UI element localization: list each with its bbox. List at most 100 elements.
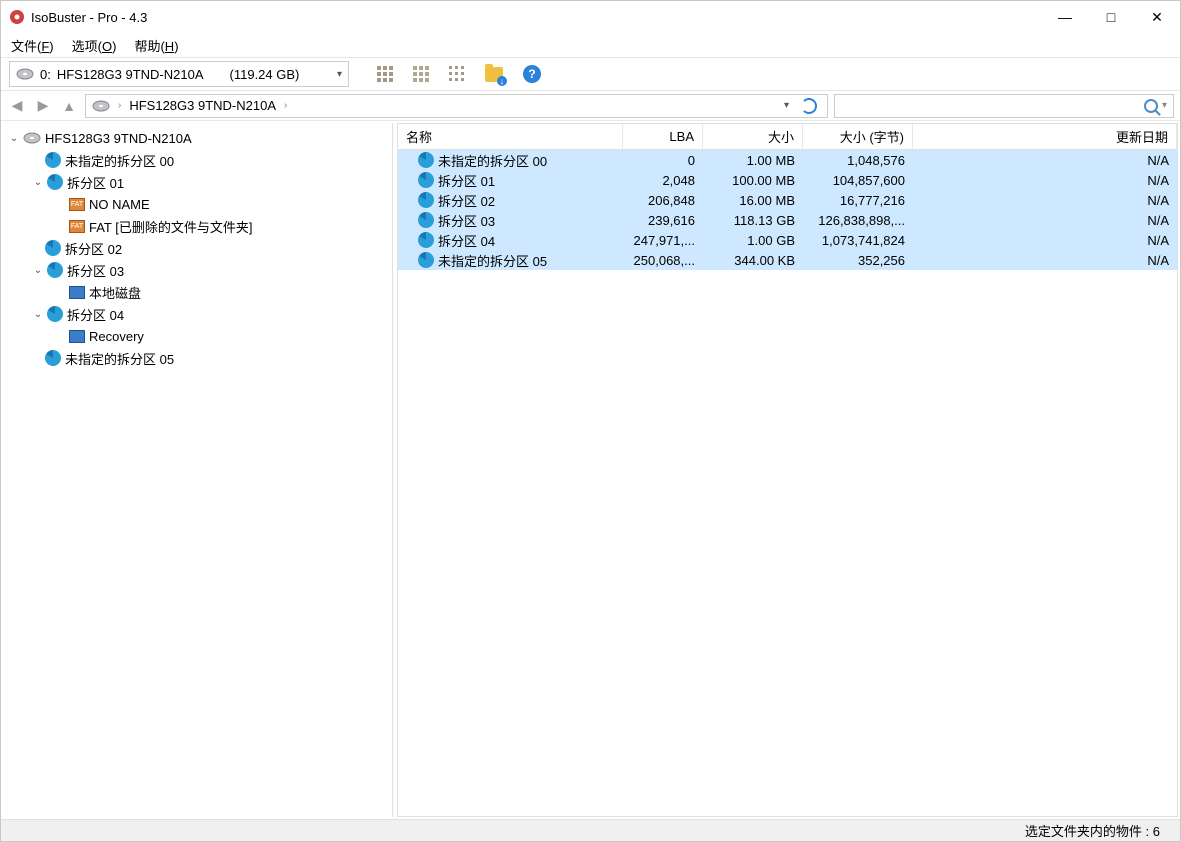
breadcrumb-item[interactable]: HFS128G3 9TND-N210A xyxy=(129,98,276,113)
app-icon xyxy=(9,9,25,25)
drive-icon xyxy=(92,99,110,113)
help-button[interactable]: ? xyxy=(523,65,541,83)
cell-name: 未指定的拆分区 00 xyxy=(398,151,623,170)
toggle-icon[interactable]: ⌄ xyxy=(31,309,45,320)
cell-date: N/A xyxy=(913,233,1177,248)
cell-date: N/A xyxy=(913,153,1177,168)
partition-icon xyxy=(45,350,61,366)
window-controls: — □ ✕ xyxy=(1042,1,1180,33)
column-lba[interactable]: LBA xyxy=(623,124,703,149)
content-area: ⌄ HFS128G3 9TND-N210A 未指定的拆分区 00⌄拆分区 01F… xyxy=(1,121,1180,819)
tree-pane[interactable]: ⌄ HFS128G3 9TND-N210A 未指定的拆分区 00⌄拆分区 01F… xyxy=(3,123,393,817)
tree-item-label: NO NAME xyxy=(89,197,150,212)
tree-item[interactable]: 拆分区 02 xyxy=(3,237,392,259)
view-large-icons-button[interactable] xyxy=(377,66,393,82)
nav-up-button[interactable]: ▲ xyxy=(59,98,79,114)
partition-icon xyxy=(47,262,63,278)
tree-item[interactable]: Recovery xyxy=(3,325,392,347)
partition-icon xyxy=(47,174,63,190)
tree-item[interactable]: 本地磁盘 xyxy=(3,281,392,303)
cell-date: N/A xyxy=(913,253,1177,268)
menu-help[interactable]: 帮助(H) xyxy=(134,36,178,55)
tree-item[interactable]: FAT NO NAME xyxy=(3,193,392,215)
cell-size: 16.00 MB xyxy=(703,193,803,208)
cell-lba: 2,048 xyxy=(623,173,703,188)
column-headers: 名称 LBA 大小 大小 (字节) 更新日期 xyxy=(398,124,1177,150)
table-row[interactable]: 拆分区 02206,84816.00 MB16,777,216N/A xyxy=(398,190,1177,210)
nav-forward-button[interactable]: ▶ xyxy=(33,97,53,114)
breadcrumb[interactable]: › HFS128G3 9TND-N210A › ▾ xyxy=(85,94,828,118)
partition-icon xyxy=(418,152,434,168)
view-list-button[interactable] xyxy=(413,66,429,82)
cell-bytes: 1,048,576 xyxy=(803,153,913,168)
table-row[interactable]: 拆分区 04247,971,...1.00 GB1,073,741,824N/A xyxy=(398,230,1177,250)
status-text: 选定文件夹内的物件 : 6 xyxy=(1025,821,1160,840)
tree-item[interactable]: 未指定的拆分区 05 xyxy=(3,347,392,369)
cell-lba: 250,068,... xyxy=(623,253,703,268)
partition-icon xyxy=(418,212,434,228)
collapse-icon[interactable]: ⌄ xyxy=(7,133,21,144)
tree-item-label: 本地磁盘 xyxy=(89,283,141,302)
tree-item[interactable]: 未指定的拆分区 00 xyxy=(3,149,392,171)
list-body: 未指定的拆分区 0001.00 MB1,048,576N/A拆分区 012,04… xyxy=(398,150,1177,816)
cell-name: 拆分区 02 xyxy=(398,191,623,210)
drive-capacity: (119.24 GB) xyxy=(230,67,300,82)
tree-item[interactable]: FATFAT [已删除的文件与文件夹] xyxy=(3,215,392,237)
tree-item[interactable]: ⌄ 拆分区 01 xyxy=(3,171,392,193)
navbar: ◀ ▶ ▲ › HFS128G3 9TND-N210A › ▾ ▾ xyxy=(1,91,1180,121)
search-input[interactable]: ▾ xyxy=(834,94,1174,118)
cell-date: N/A xyxy=(913,213,1177,228)
column-date[interactable]: 更新日期 xyxy=(913,124,1177,149)
list-pane: 名称 LBA 大小 大小 (字节) 更新日期 未指定的拆分区 0001.00 M… xyxy=(397,123,1178,817)
ntfs-icon xyxy=(69,286,85,299)
partition-icon xyxy=(418,252,434,268)
view-details-button[interactable] xyxy=(449,66,465,82)
cell-lba: 206,848 xyxy=(623,193,703,208)
drive-selector[interactable]: 0: HFS128G3 9TND-N210A (119.24 GB) ▾ xyxy=(9,61,349,87)
menu-options[interactable]: 选项(O) xyxy=(72,36,117,55)
fat-icon: FAT xyxy=(69,198,85,211)
maximize-button[interactable]: □ xyxy=(1088,1,1134,33)
menubar: 文件(F) 选项(O) 帮助(H) xyxy=(1,33,1180,57)
chevron-down-icon[interactable]: ▾ xyxy=(784,100,789,111)
cell-bytes: 352,256 xyxy=(803,253,913,268)
toggle-icon[interactable]: ⌄ xyxy=(31,177,45,188)
tree-item-label: Recovery xyxy=(89,329,144,344)
cell-name: 未指定的拆分区 05 xyxy=(398,251,623,270)
tree-item[interactable]: ⌄拆分区 04 xyxy=(3,303,392,325)
tree-item[interactable]: ⌄拆分区 03 xyxy=(3,259,392,281)
cell-date: N/A xyxy=(913,173,1177,188)
partition-icon xyxy=(418,192,434,208)
breadcrumb-separator-icon: › xyxy=(118,100,121,111)
table-row[interactable]: 拆分区 012,048100.00 MB104,857,600N/A xyxy=(398,170,1177,190)
ntfs-icon xyxy=(69,330,85,343)
column-bytes[interactable]: 大小 (字节) xyxy=(803,124,913,149)
table-row[interactable]: 未指定的拆分区 05250,068,...344.00 KB352,256N/A xyxy=(398,250,1177,270)
chevron-down-icon[interactable]: ▾ xyxy=(1162,100,1167,111)
table-row[interactable]: 未指定的拆分区 0001.00 MB1,048,576N/A xyxy=(398,150,1177,170)
tree-root[interactable]: ⌄ HFS128G3 9TND-N210A xyxy=(3,127,392,149)
breadcrumb-separator-icon: › xyxy=(284,100,287,111)
minimize-button[interactable]: — xyxy=(1042,1,1088,33)
tree-item-label: 拆分区 02 xyxy=(65,239,122,258)
cell-size: 100.00 MB xyxy=(703,173,803,188)
column-name[interactable]: 名称 xyxy=(398,124,623,149)
column-size[interactable]: 大小 xyxy=(703,124,803,149)
search-icon xyxy=(1144,99,1158,113)
cell-lba: 239,616 xyxy=(623,213,703,228)
cell-bytes: 16,777,216 xyxy=(803,193,913,208)
partition-icon xyxy=(47,306,63,322)
partition-icon xyxy=(45,152,61,168)
nav-back-button[interactable]: ◀ xyxy=(7,97,27,114)
toggle-icon[interactable]: ⌄ xyxy=(31,265,45,276)
close-button[interactable]: ✕ xyxy=(1134,1,1180,33)
table-row[interactable]: 拆分区 03239,616118.13 GB126,838,898,...N/A xyxy=(398,210,1177,230)
cell-name: 拆分区 04 xyxy=(398,231,623,250)
titlebar: IsoBuster - Pro - 4.3 — □ ✕ xyxy=(1,1,1180,33)
extract-button[interactable]: ↓ xyxy=(485,67,503,82)
menu-file[interactable]: 文件(F) xyxy=(11,36,54,55)
tree-item-label: 拆分区 01 xyxy=(67,173,124,192)
tree-item-label: FAT [已删除的文件与文件夹] xyxy=(89,217,252,236)
refresh-button[interactable] xyxy=(801,98,817,114)
partition-icon xyxy=(418,172,434,188)
